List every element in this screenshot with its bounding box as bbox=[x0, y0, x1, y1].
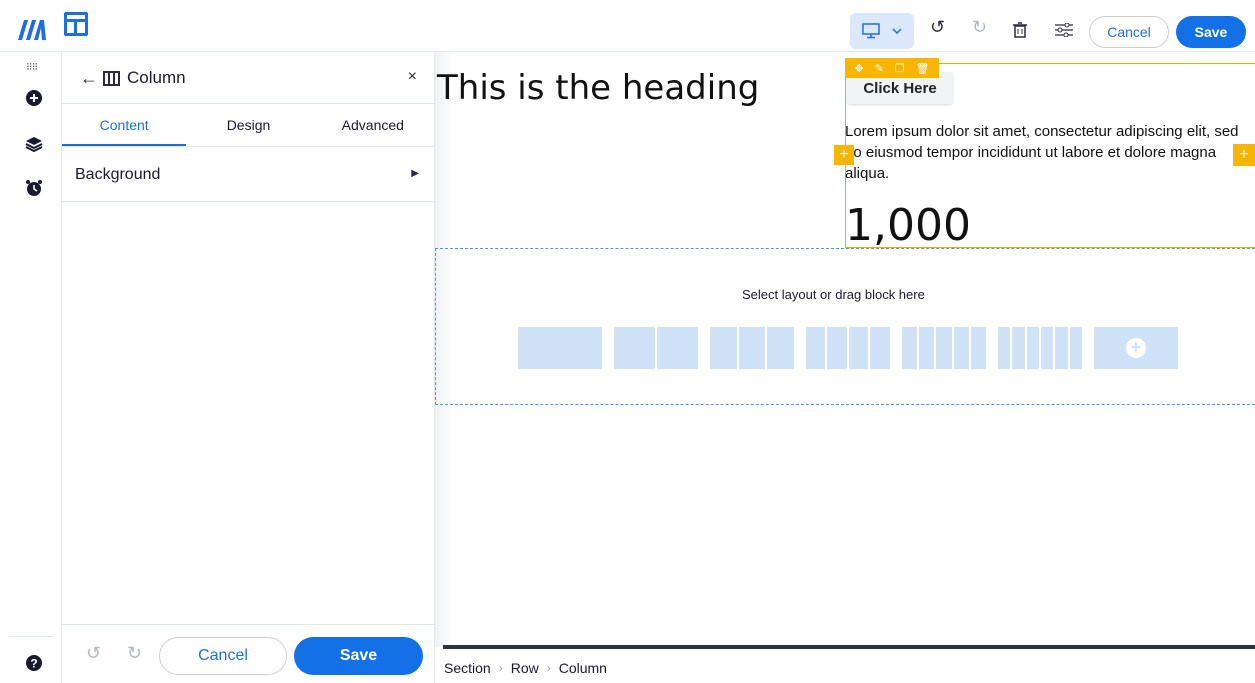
layout-column-cell bbox=[518, 327, 602, 369]
column-mini-toolbar: ✥ ✎ ❐ 🗑 bbox=[845, 58, 939, 78]
layout-column-cell bbox=[997, 327, 1011, 369]
back-arrow-icon[interactable]: ← bbox=[80, 68, 98, 89]
help-icon[interactable]: ? bbox=[24, 653, 44, 673]
layout-column-cell bbox=[901, 327, 918, 369]
panel-redo-icon[interactable]: ↻ bbox=[127, 643, 142, 664]
panel-undo-icon[interactable]: ↺ bbox=[86, 643, 101, 664]
top-save-button[interactable]: Save bbox=[1176, 16, 1246, 48]
move-icon[interactable]: ✥ bbox=[854, 62, 863, 75]
layout-column-cell bbox=[936, 327, 952, 369]
desktop-icon bbox=[862, 23, 880, 39]
caret-right-icon: ▶ bbox=[411, 168, 419, 179]
layout-column-cell bbox=[827, 327, 847, 369]
heading-block[interactable]: This is the heading bbox=[437, 68, 759, 108]
canvas-bottom-bar bbox=[443, 645, 1255, 649]
layout-option-5-col[interactable] bbox=[901, 327, 986, 369]
app-logo[interactable] bbox=[16, 14, 52, 42]
layers-icon[interactable] bbox=[24, 134, 44, 154]
drag-grip-icon[interactable]: ⠿⠿ bbox=[26, 62, 38, 73]
layout-option-1-col[interactable] bbox=[518, 327, 602, 369]
settings-panel: ← Column × Content Design Advanced Backg… bbox=[62, 52, 435, 683]
breadcrumb-separator-icon: › bbox=[498, 661, 503, 675]
layout-column-cell bbox=[953, 327, 969, 369]
add-circle-icon[interactable] bbox=[24, 88, 44, 108]
dropzone-text: Select layout or drag block here bbox=[742, 287, 925, 302]
top-bar: ↺ ↻ Cancel Save bbox=[0, 0, 1255, 52]
layout-column-cell bbox=[970, 327, 986, 369]
duplicate-icon[interactable]: ❐ bbox=[895, 62, 905, 75]
layout-option-3-col[interactable] bbox=[710, 327, 794, 369]
panel-header: ← Column × bbox=[62, 52, 435, 104]
column-icon bbox=[103, 71, 120, 86]
empty-row-dropzone[interactable]: Select layout or drag block here + bbox=[435, 248, 1255, 405]
settings-sliders-icon[interactable] bbox=[1055, 23, 1073, 37]
breadcrumb-separator-icon: › bbox=[546, 661, 551, 675]
layout-column-cell bbox=[1012, 327, 1025, 369]
breadcrumb-item-row[interactable]: Row bbox=[511, 660, 539, 676]
tab-advanced[interactable]: Advanced bbox=[311, 104, 435, 146]
tab-content[interactable]: Content bbox=[62, 104, 187, 146]
breadcrumb-item-section[interactable]: Section bbox=[444, 660, 491, 676]
edit-icon[interactable]: ✎ bbox=[875, 62, 884, 75]
panel-cancel-button[interactable]: Cancel bbox=[159, 637, 287, 675]
layout-option-4-col[interactable] bbox=[805, 327, 890, 369]
layout-column-cell bbox=[657, 327, 698, 369]
layout-column-cell bbox=[1040, 327, 1054, 369]
layout-option-2-col[interactable] bbox=[614, 327, 698, 369]
delete-icon[interactable]: 🗑 bbox=[916, 62, 930, 75]
layout-column-cell bbox=[848, 327, 869, 369]
breadcrumb-item-column[interactable]: Column bbox=[559, 660, 607, 676]
layout-column-cell bbox=[805, 327, 826, 369]
layout-column-cell bbox=[1026, 327, 1039, 369]
panel-title: Column bbox=[127, 68, 186, 87]
background-section[interactable]: Background ▶ bbox=[62, 148, 435, 202]
plus-icon: + bbox=[1125, 338, 1146, 358]
alarm-clock-icon[interactable] bbox=[24, 178, 44, 198]
undo-icon[interactable]: ↺ bbox=[930, 18, 945, 36]
rail-divider bbox=[8, 636, 53, 637]
counter-block[interactable]: 1,000 bbox=[845, 200, 971, 251]
top-cancel-button[interactable]: Cancel bbox=[1089, 16, 1169, 48]
layout-column-cell bbox=[1069, 327, 1082, 369]
panel-tabs: Content Design Advanced bbox=[62, 104, 435, 147]
layout-column-cell bbox=[870, 327, 890, 369]
layout-column-cell bbox=[614, 327, 655, 369]
chevron-down-icon bbox=[892, 28, 902, 35]
panel-footer: ↺ ↻ Cancel Save bbox=[62, 624, 435, 683]
layout-column-cell bbox=[710, 327, 737, 369]
layout-column-cell bbox=[1055, 327, 1068, 369]
layout-icon[interactable] bbox=[64, 12, 88, 36]
add-left-icon[interactable]: + bbox=[834, 145, 854, 165]
paragraph-block[interactable]: Lorem ipsum dolor sit amet, consectetur … bbox=[845, 121, 1245, 184]
close-icon[interactable]: × bbox=[408, 68, 417, 86]
layout-column-cell bbox=[738, 327, 766, 369]
breadcrumb: Section › Row › Column bbox=[444, 660, 607, 676]
layout-option-6-col[interactable] bbox=[997, 327, 1082, 369]
tab-design[interactable]: Design bbox=[186, 104, 310, 146]
panel-save-button[interactable]: Save bbox=[294, 637, 423, 675]
redo-icon[interactable]: ↻ bbox=[972, 18, 987, 36]
custom-layout-button[interactable]: + bbox=[1093, 327, 1178, 369]
background-section-label: Background bbox=[75, 166, 161, 183]
layout-column-cell bbox=[919, 327, 935, 369]
editor-canvas: This is the heading Click Here ✥ ✎ ❐ 🗑 L… bbox=[435, 52, 1255, 683]
svg-text:?: ? bbox=[30, 657, 37, 671]
left-rail: ⠿⠿ ? bbox=[0, 52, 62, 683]
trash-icon[interactable] bbox=[1013, 22, 1027, 38]
layout-options: + bbox=[518, 327, 1178, 369]
device-selector[interactable] bbox=[850, 13, 914, 49]
add-right-icon[interactable]: + bbox=[1233, 144, 1255, 166]
layout-column-cell bbox=[767, 327, 794, 369]
